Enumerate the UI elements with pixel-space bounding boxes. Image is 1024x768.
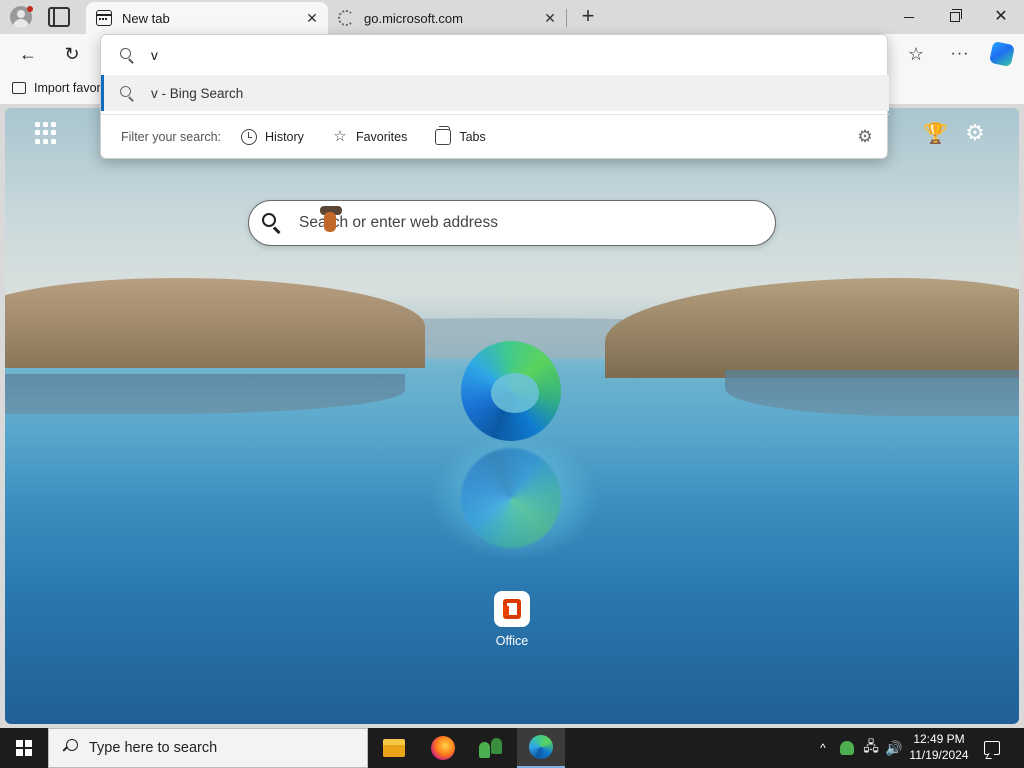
close-window-button[interactable]: ✕: [978, 0, 1024, 34]
minimize-icon: [904, 16, 914, 18]
tab-separator: [566, 9, 567, 27]
history-icon: [241, 129, 258, 145]
quick-link-office[interactable]: [494, 591, 530, 627]
tab-close-icon[interactable]: ✕: [540, 8, 560, 28]
taskbar-clock[interactable]: 12:49 PM 11/19/2024: [904, 731, 974, 763]
search-icon: [61, 739, 79, 757]
taskbar-app-file-explorer[interactable]: [370, 728, 418, 768]
filter-history-label: History: [265, 130, 304, 144]
app-launcher-icon[interactable]: [35, 122, 57, 144]
background-shore-left: [5, 374, 405, 414]
filter-favorites-button[interactable]: ☆ Favorites: [332, 129, 407, 145]
taskbar: Type here to search ^ 🖧 🔊 12:49 PM 11/19…: [0, 728, 1024, 768]
taskbar-app-firefox[interactable]: [419, 728, 467, 768]
action-center-button[interactable]: [980, 728, 1004, 768]
search-settings-icon[interactable]: ⚙: [856, 128, 874, 146]
profile-notification-dot: [27, 6, 33, 12]
tab-title: go.microsoft.com: [364, 10, 463, 26]
restore-icon: [950, 9, 962, 22]
filter-history-button[interactable]: History: [241, 129, 304, 145]
import-favorites-button[interactable]: Import favor: [12, 81, 101, 95]
reload-button[interactable]: ↻: [60, 42, 84, 66]
edge-logo: [461, 341, 561, 441]
address-bar-value[interactable]: v: [151, 48, 158, 63]
windows-logo-icon: [16, 740, 32, 756]
new-tab-page: 🏆 ⚙ Search or enter web address Office: [5, 108, 1019, 724]
loading-spinner-icon: [338, 10, 354, 26]
taskbar-search-box[interactable]: Type here to search: [48, 728, 368, 768]
search-icon: [119, 85, 135, 102]
tab-go-microsoft[interactable]: go.microsoft.com ✕: [328, 2, 566, 34]
volume-icon[interactable]: 🔊: [882, 728, 906, 768]
divider: [101, 114, 889, 115]
start-button[interactable]: [0, 728, 48, 768]
edge-logo-reflection: [461, 448, 561, 548]
copilot-icon: [988, 40, 1016, 68]
filter-label: Filter your search:: [121, 130, 222, 144]
people-app-icon: [479, 738, 505, 758]
suggestion-item[interactable]: v - Bing Search: [101, 75, 889, 111]
background-hill-left: [5, 278, 425, 368]
tab-title: New tab: [122, 10, 170, 26]
tab-actions-icon[interactable]: [48, 7, 70, 27]
tabs-icon: [435, 126, 452, 145]
import-icon: [12, 82, 26, 94]
network-icon[interactable]: 🖧: [860, 728, 882, 768]
background-hill-right: [605, 278, 1019, 378]
settings-and-more-button[interactable]: ···: [948, 42, 972, 66]
filter-tabs-label: Tabs: [459, 130, 486, 144]
search-icon: [261, 212, 283, 234]
copilot-button[interactable]: [988, 40, 1016, 68]
search-filter-row: Filter your search: History ☆ Favorites …: [101, 119, 889, 155]
search-icon: [119, 47, 135, 64]
rewards-icon[interactable]: 🏆: [923, 122, 948, 146]
clock-date: 11/19/2024: [909, 748, 969, 762]
user-status-icon[interactable]: [836, 728, 858, 768]
background-shore-right: [725, 370, 1019, 416]
import-favorites-label: Import favor: [34, 81, 101, 95]
suggestion-text: v - Bing Search: [151, 85, 244, 101]
quick-link-label[interactable]: Office: [485, 634, 539, 648]
star-icon: ☆: [333, 128, 347, 145]
new-tab-icon: [96, 10, 112, 26]
restore-button[interactable]: [932, 0, 978, 34]
show-hidden-icons-button[interactable]: ^: [812, 728, 834, 768]
edge-icon: [529, 735, 553, 759]
favorites-button[interactable]: ☆: [904, 42, 928, 66]
tab-close-icon[interactable]: ✕: [302, 8, 322, 28]
file-explorer-icon: [383, 739, 405, 757]
filter-favorites-label: Favorites: [355, 130, 408, 144]
close-icon: ✕: [994, 8, 1008, 25]
taskbar-app-people[interactable]: [468, 728, 516, 768]
animated-cursor-icon: [318, 204, 346, 234]
tab-new-tab[interactable]: New tab ✕: [86, 2, 328, 34]
clock-time: 12:49 PM: [913, 732, 965, 746]
notification-icon: [984, 741, 1000, 755]
office-icon: [503, 599, 521, 619]
address-bar-dropdown: v v - Bing Search Filter your search: Hi…: [100, 34, 889, 159]
filter-tabs-button[interactable]: Tabs: [435, 126, 486, 145]
page-settings-icon[interactable]: ⚙: [963, 121, 987, 145]
taskbar-app-edge[interactable]: [517, 728, 565, 768]
new-tab-button[interactable]: +: [576, 5, 600, 29]
minimize-button[interactable]: [886, 0, 932, 34]
back-button[interactable]: ←: [16, 42, 40, 66]
firefox-icon: [431, 736, 455, 760]
address-bar-input[interactable]: v: [101, 35, 889, 75]
taskbar-search-placeholder: Type here to search: [89, 740, 218, 756]
tab-strip: New tab ✕ go.microsoft.com ✕ + ✕: [0, 0, 1024, 34]
